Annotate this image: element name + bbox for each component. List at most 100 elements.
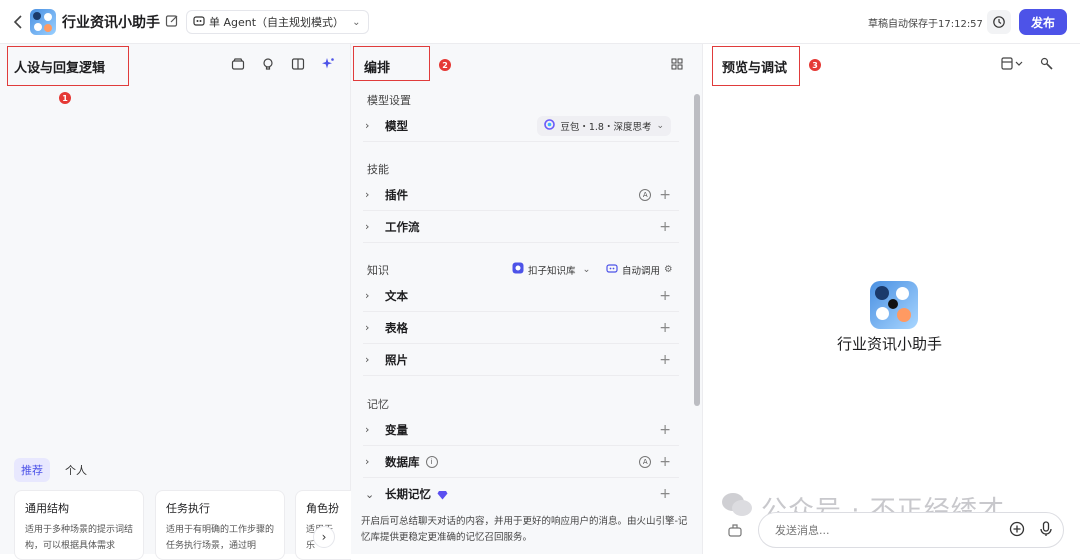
template-desc: 适用于有明确的工作步骤的任务执行场景，通过明 (166, 525, 275, 551)
history-icon (993, 16, 1005, 28)
agent-icon (193, 15, 205, 30)
chevron-right-icon: › (365, 220, 370, 233)
bot-avatar (870, 281, 918, 329)
model-label: 模型 (385, 118, 408, 133)
template-title: 任务执行 (166, 502, 210, 515)
annotation-badge-3: 3 (809, 59, 821, 71)
template-title: 角色扮 (306, 502, 339, 515)
auto-icon[interactable]: A (639, 188, 652, 201)
photo-knowledge-row[interactable]: › 照片 + (363, 344, 679, 376)
workflow-row[interactable]: › 工作流 + (363, 211, 679, 243)
add-variable-icon[interactable]: + (659, 423, 671, 437)
preview-title: 预览与调试 (722, 61, 788, 76)
add-table-icon[interactable]: + (659, 321, 671, 335)
knowledge-section-heading: 知识 (367, 264, 389, 277)
preview-panel: 预览与调试 3 行业资讯小助手 公众号 · 不正经绣才 (703, 44, 1080, 554)
template-desc: 适用于多种场景的提示词结构，可以根据具体需求 (25, 525, 134, 551)
carousel-next-button[interactable]: › (313, 526, 335, 548)
add-memory-icon[interactable]: + (659, 487, 671, 501)
agent-mode-select[interactable]: 单 Agent（自主规划模式） ⌄ (186, 10, 370, 34)
model-select[interactable]: 豆包・1.8・深度思考 ⌄ (537, 115, 671, 136)
orchestration-panel: 编排 2 模型设置 › 模型 豆包・1.8・深度思考 ⌄ 技能 › 插件 A +… (351, 44, 703, 554)
auto-invoke-setting[interactable]: 自动调用 ⚙ (606, 262, 673, 277)
publish-button[interactable]: 发布 (1019, 9, 1067, 35)
variable-label: 变量 (385, 422, 408, 437)
template-card[interactable]: 角色扮 适用于乐 (295, 490, 351, 560)
text-label: 文本 (385, 288, 408, 303)
add-workflow-icon[interactable]: + (659, 220, 671, 234)
chevron-right-icon: › (365, 455, 370, 468)
text-knowledge-row[interactable]: › 文本 + (363, 280, 679, 312)
add-plugin-icon[interactable]: + (659, 188, 671, 202)
bot-avatar (30, 9, 56, 35)
clear-chat-button[interactable] (725, 520, 745, 540)
model-row[interactable]: › 模型 豆包・1.8・深度思考 ⌄ (363, 110, 679, 142)
chevron-right-icon: › (365, 423, 370, 436)
chevron-down-icon: ⌄ (365, 487, 375, 501)
message-input[interactable] (775, 523, 975, 537)
database-label: 数据库 (385, 454, 420, 469)
annotation-badge-1: 1 (59, 92, 71, 104)
annotation-badge-2: 2 (439, 59, 451, 71)
chevron-right-icon: › (365, 119, 370, 132)
microphone-icon[interactable] (1039, 521, 1053, 540)
chevron-down-icon: ⌄ (656, 120, 664, 131)
gear-icon: ⚙ (664, 264, 673, 275)
chevron-right-icon: › (365, 188, 370, 201)
knowledge-source-label: 扣子知识库 (528, 265, 576, 277)
auto-invoke-label: 自动调用 (622, 265, 661, 277)
memory-section-heading: 记忆 (367, 398, 389, 411)
auto-icon[interactable]: A (639, 455, 652, 468)
add-attachment-icon[interactable] (1009, 521, 1025, 540)
plugins-label: 插件 (385, 187, 408, 202)
broom-icon (728, 524, 742, 537)
model-value: 豆包・1.8・深度思考 (560, 121, 652, 133)
template-card[interactable]: 通用结构 适用于多种场景的提示词结构，可以根据具体需求 (14, 490, 144, 560)
doubao-icon (544, 118, 556, 133)
add-database-icon[interactable]: + (659, 455, 671, 469)
table-knowledge-row[interactable]: › 表格 + (363, 312, 679, 344)
layout-grid-icon[interactable] (669, 56, 685, 72)
add-photo-icon[interactable]: + (659, 353, 671, 367)
template-tabs: 推荐 个人 (14, 458, 94, 482)
wrench-icon[interactable] (1039, 56, 1055, 72)
longterm-memory-label: 长期记忆 (385, 487, 431, 501)
template-card[interactable]: 任务执行 适用于有明确的工作步骤的任务执行场景，通过明 (155, 490, 285, 560)
lightbulb-icon[interactable] (260, 56, 276, 72)
message-input-box[interactable] (758, 512, 1064, 548)
app-title: 行业资讯小助手 (62, 15, 160, 31)
save-status: 草稿自动保存于17:12:57 (868, 19, 983, 30)
persona-panel: 人设与回复逻辑 1 推荐 个人 通用结构 适用于多种场景的提示词结构，可以根据具… (0, 44, 351, 560)
longterm-memory-row[interactable]: ⌄ 长期记忆 + (363, 478, 679, 510)
ai-optimize-icon[interactable] (320, 56, 336, 72)
preview-bot-name: 行业资讯小助手 (837, 335, 943, 353)
history-button[interactable] (987, 10, 1011, 34)
photo-label: 照片 (385, 352, 408, 367)
chevron-right-icon: › (321, 530, 327, 544)
variable-row[interactable]: › 变量 + (363, 414, 679, 446)
memory-description: 开启后可总结聊天对话的内容，并用于更好的响应用户的消息。由火山引擎-记忆库提供更… (361, 516, 688, 543)
tab-recommended[interactable]: 推荐 (14, 458, 50, 482)
back-icon[interactable] (8, 12, 28, 32)
chevron-down-icon: ⌄ (352, 16, 361, 28)
robot-icon (606, 262, 618, 277)
chevron-right-icon: › (365, 353, 370, 366)
preview-settings-dropdown[interactable] (1000, 56, 1026, 72)
split-view-icon[interactable] (290, 56, 306, 72)
knowledge-source-select[interactable]: 扣子知识库 ⌄ (512, 262, 590, 277)
workflow-label: 工作流 (385, 219, 420, 234)
plugins-row[interactable]: › 插件 A + (363, 179, 679, 211)
info-icon[interactable]: i (425, 455, 438, 468)
layout-icon (1001, 57, 1023, 70)
add-text-icon[interactable]: + (659, 289, 671, 303)
prompt-library-icon[interactable] (230, 56, 246, 72)
knowledge-base-icon (512, 262, 524, 277)
edit-icon[interactable] (165, 13, 179, 27)
tab-personal[interactable]: 个人 (58, 458, 94, 482)
diamond-icon (437, 485, 448, 504)
agent-mode-label: 单 Agent（自主规划模式） (209, 16, 345, 29)
scrollbar[interactable] (694, 94, 700, 406)
model-section-heading: 模型设置 (367, 94, 411, 107)
database-row[interactable]: › 数据库 i A + (363, 446, 679, 478)
template-title: 通用结构 (25, 502, 69, 515)
